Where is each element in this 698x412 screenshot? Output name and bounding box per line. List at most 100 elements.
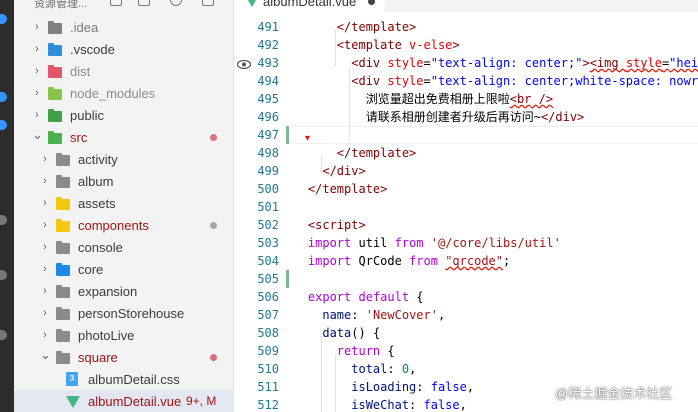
folder-icon [56, 241, 70, 254]
line-number: 500 [257, 182, 279, 196]
tree-item[interactable]: › album [14, 170, 233, 192]
code-text: export default { [307, 290, 424, 304]
extensions-icon[interactable] [0, 215, 7, 225]
folder-icon [48, 21, 62, 34]
remote-icon[interactable] [0, 270, 7, 280]
folder-icon [48, 43, 62, 56]
chevron-right-icon[interactable]: › [32, 87, 42, 99]
chevron-down-icon[interactable]: ⌄ [32, 127, 43, 143]
code-text: </template> [307, 182, 388, 196]
tree-item[interactable]: › public [14, 104, 233, 126]
tree-item[interactable]: › components [14, 214, 233, 236]
line-number: 512 [257, 398, 279, 412]
chevron-right-icon[interactable]: › [40, 307, 50, 319]
tree-item[interactable]: ⌄ square [14, 346, 233, 368]
chevron-right-icon[interactable]: › [40, 197, 50, 209]
css-file-icon: 3 [66, 372, 78, 386]
new-file-icon[interactable] [110, 0, 122, 6]
line-number: 510 [257, 362, 279, 376]
line-number: 506 [257, 290, 279, 304]
code-text: <div style="text-align: center;"><img st… [351, 56, 698, 70]
line-number: 495 [257, 92, 279, 106]
chevron-right-icon[interactable]: › [40, 285, 50, 297]
explorer-header: 资源管理... [14, 0, 233, 12]
tree-item[interactable]: › activity [14, 148, 233, 170]
folder-icon [56, 197, 70, 210]
line-number: 491 [257, 20, 279, 34]
accounts-icon[interactable] [0, 330, 7, 340]
code-line: 510 total: 0, [235, 360, 698, 378]
code-text: <template v-else> [336, 38, 460, 52]
chevron-right-icon[interactable]: › [40, 241, 50, 253]
code-text: import QrCode from "qrcode"; [307, 254, 511, 268]
code-text: name: 'NewCover', [322, 308, 446, 322]
collapse-all-icon[interactable] [202, 0, 214, 6]
code-editor[interactable]: ▾ 491 </template> 492 <template v-else> 49… [235, 12, 698, 412]
line-number: 499 [257, 164, 279, 178]
folder-icon [56, 351, 70, 364]
line-number: 498 [257, 146, 279, 160]
chevron-right-icon[interactable]: › [40, 329, 50, 341]
code-line: 497 [235, 126, 698, 144]
line-number: 496 [257, 110, 279, 124]
git-status-dot [210, 133, 217, 141]
line-number: 502 [257, 218, 279, 232]
folder-icon [48, 109, 62, 122]
line-number: 511 [257, 380, 279, 394]
search-icon[interactable] [0, 92, 7, 102]
tree-item-label: core [78, 261, 104, 277]
tree-item[interactable]: › personStorehouse [14, 302, 233, 324]
tree-item[interactable]: 3 albumDetail.css [14, 368, 233, 390]
tree-item[interactable]: › dist [14, 60, 233, 82]
code-text: 请联系相册创建者升级后再访问~</div> [365, 110, 585, 124]
tab-album-detail-vue[interactable]: albumDetail.vue [235, 0, 385, 12]
tree-item[interactable]: albumDetail.vue 9+, M [14, 390, 233, 412]
tree-item-label: dist [70, 63, 91, 79]
tree-item[interactable]: › .idea [14, 16, 233, 38]
chevron-right-icon[interactable]: › [32, 109, 42, 121]
tree-item-label: console [78, 239, 123, 255]
folder-icon [48, 87, 62, 100]
tree-item[interactable]: › node_modules [14, 82, 233, 104]
folder-icon [48, 65, 62, 78]
unsaved-dot-icon[interactable] [368, 0, 375, 5]
tab-label: albumDetail.vue [263, 0, 357, 9]
tree-item[interactable]: › .vscode [14, 38, 233, 60]
line-number: 503 [257, 236, 279, 250]
chevron-right-icon[interactable]: › [32, 21, 42, 33]
vue-file-icon [245, 0, 259, 7]
code-text: total: 0, [351, 362, 417, 376]
tree-item[interactable]: › assets [14, 192, 233, 214]
tree-item[interactable]: › core [14, 258, 233, 280]
code-text: data() { [322, 326, 381, 340]
code-line: 495 浏览量超出免费相册上限啦<br /> [235, 90, 698, 108]
watermark: @稀土掘金技术社区 [555, 386, 673, 401]
chevron-right-icon[interactable]: › [40, 175, 50, 187]
tree-item[interactable]: › console [14, 236, 233, 258]
refresh-icon[interactable] [170, 0, 182, 6]
explorer-icon[interactable] [0, 14, 7, 24]
problem-badge: 9+, M [186, 394, 217, 408]
explorer-sidebar: 资源管理... › .idea › .vscode › dist › node_modules… [14, 0, 234, 412]
chevron-right-icon[interactable]: › [40, 219, 50, 231]
code-text: </template> [336, 146, 417, 160]
chevron-right-icon[interactable]: › [40, 153, 50, 165]
new-folder-icon[interactable] [138, 0, 150, 6]
code-line: 503 import util from '@/core/libs/util' [235, 234, 698, 252]
tree-item-label: public [70, 107, 104, 123]
line-number: 492 [257, 38, 279, 52]
tree-item-label: album [78, 173, 114, 189]
code-line: 492 <template v-else> [235, 36, 698, 54]
chevron-down-icon[interactable]: ⌄ [40, 347, 51, 363]
tree-item[interactable]: › expansion [14, 280, 233, 302]
chevron-right-icon[interactable]: › [32, 65, 42, 77]
tree-item[interactable]: ⌄ src [14, 126, 233, 148]
folder-icon [56, 175, 70, 188]
tree-item-label: square [78, 349, 118, 365]
chevron-right-icon[interactable]: › [40, 263, 50, 275]
chevron-right-icon[interactable]: › [32, 43, 42, 55]
tree-item-label: assets [78, 195, 116, 211]
tree-item[interactable]: › photoLive [14, 324, 233, 346]
line-number: 501 [257, 200, 279, 214]
source-control-icon[interactable] [0, 120, 7, 130]
